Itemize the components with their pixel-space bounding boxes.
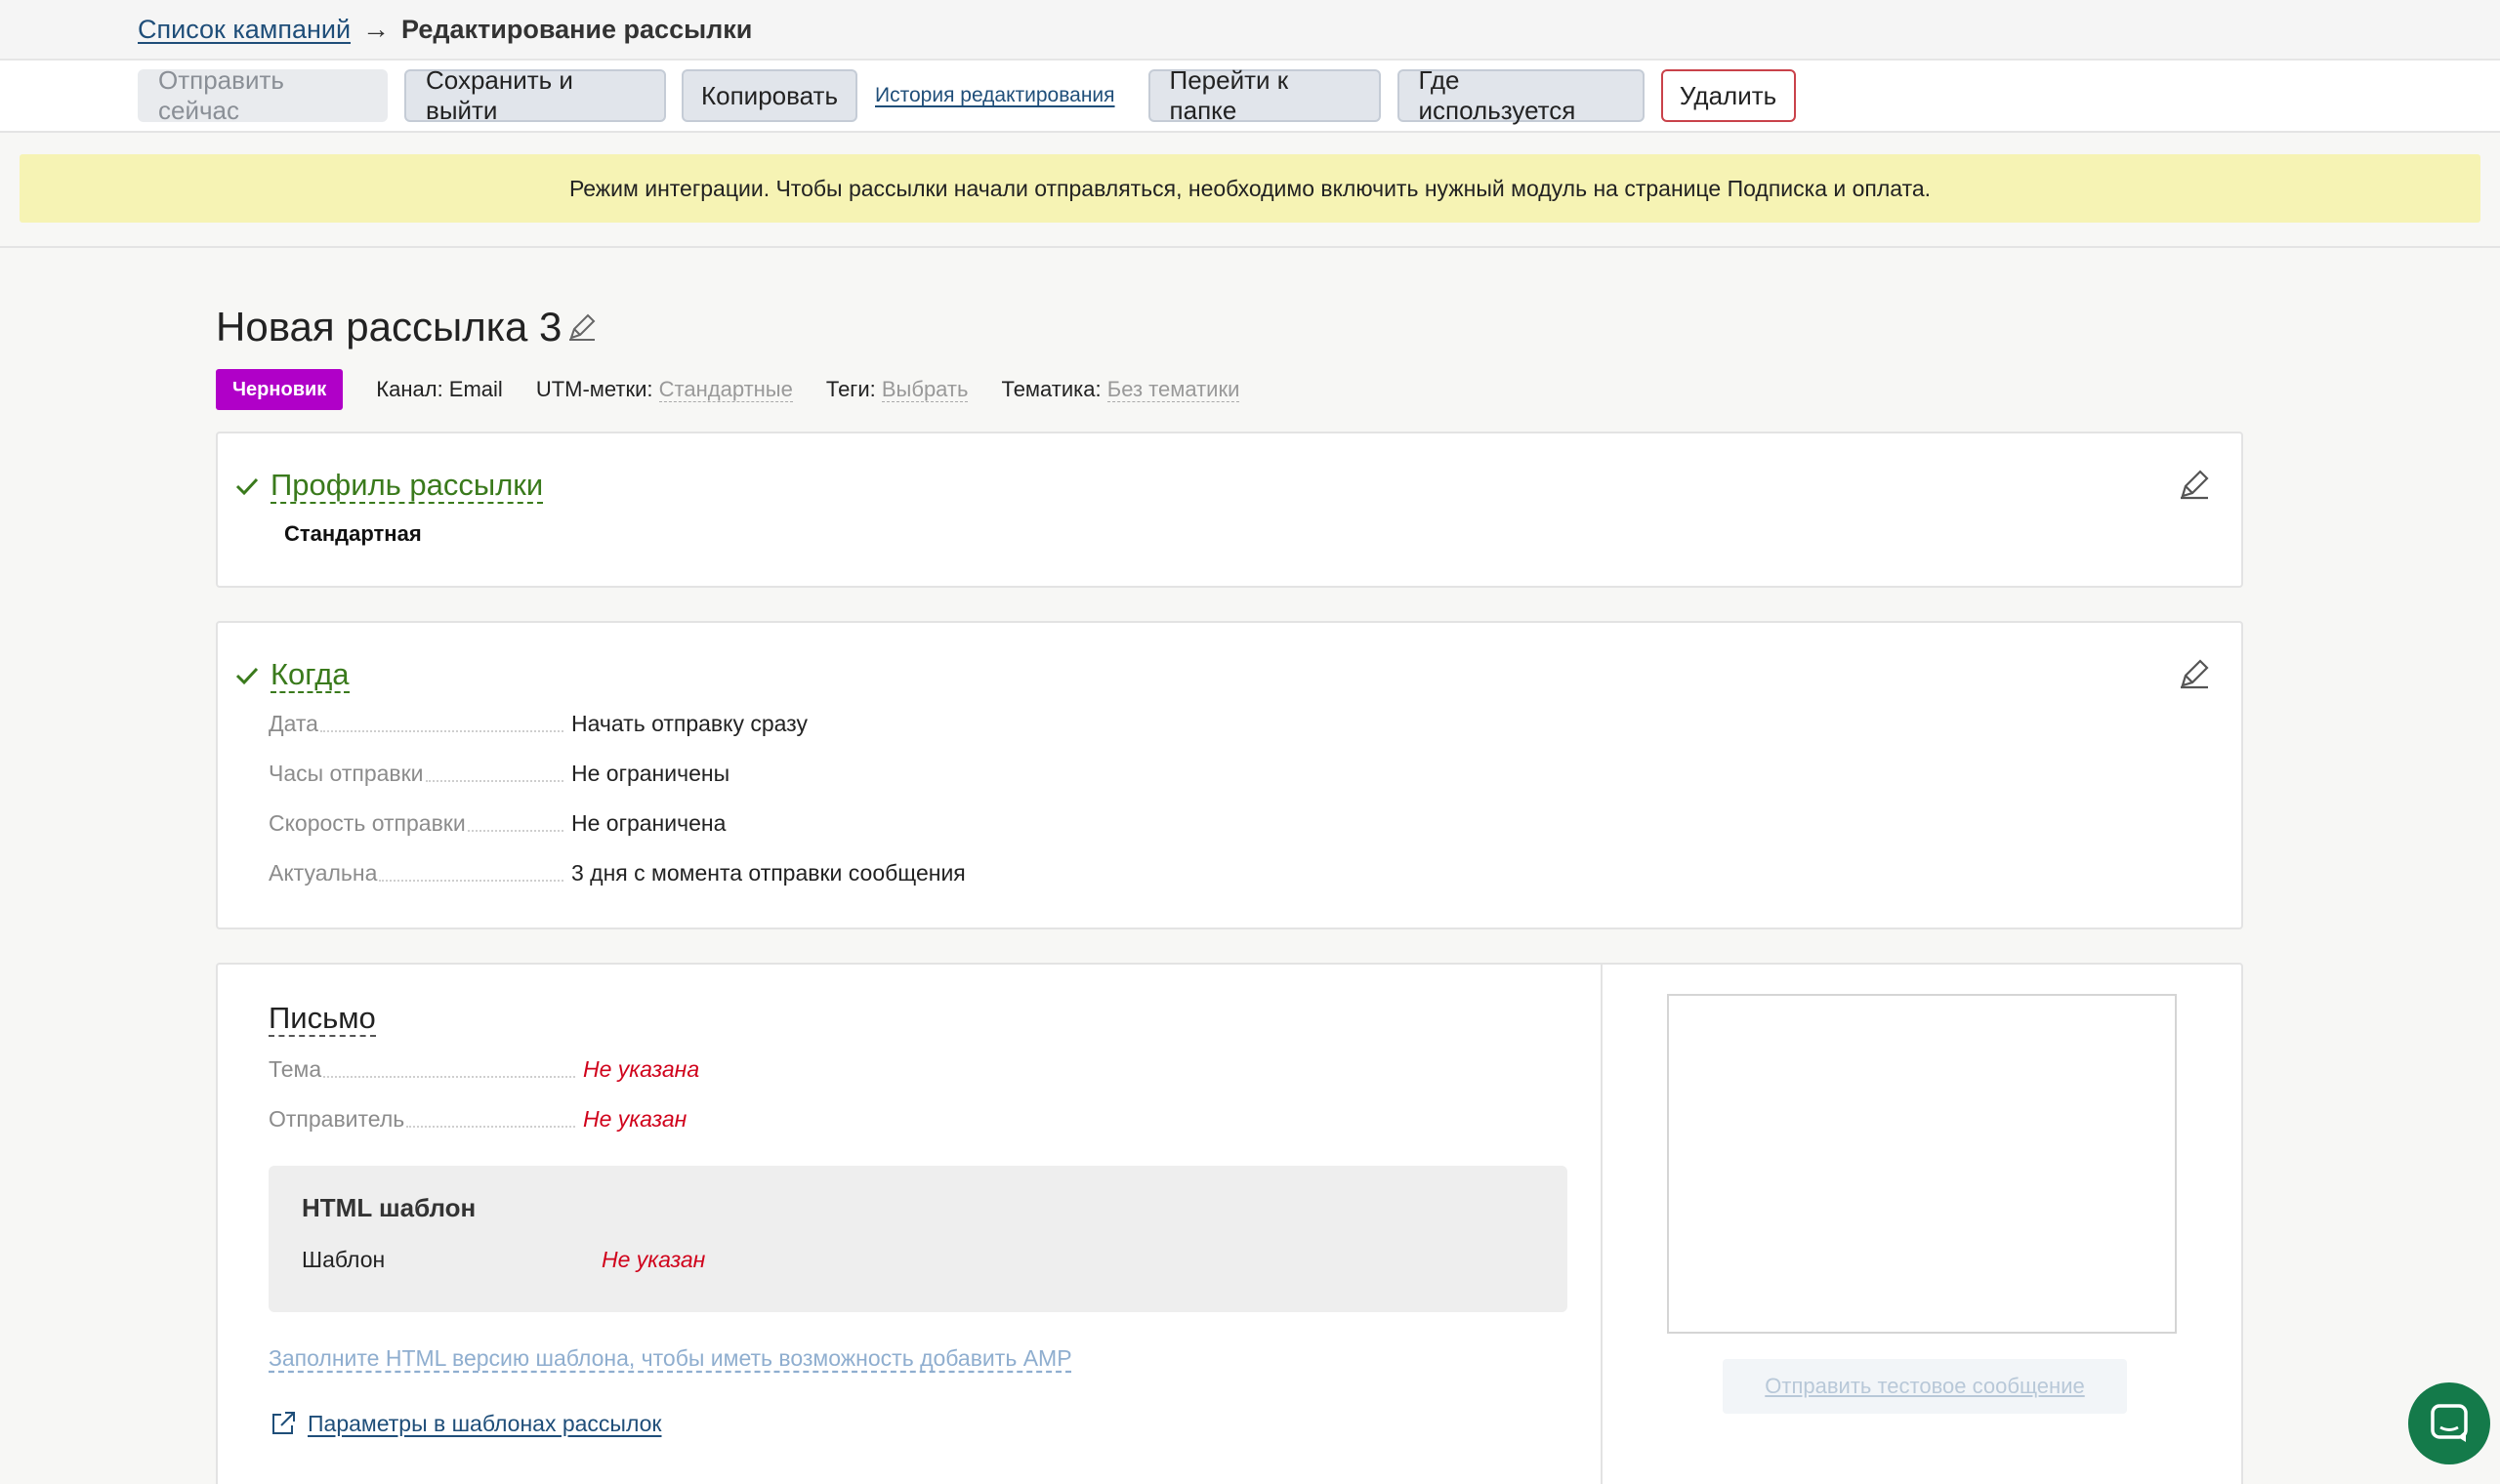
letter-row-key: Отправитель bbox=[269, 1106, 583, 1133]
send-test-button[interactable]: Отправить тестовое сообщение bbox=[1723, 1359, 2127, 1414]
check-icon bbox=[235, 668, 259, 685]
dotted-leader bbox=[319, 730, 563, 733]
template-value: Не указан bbox=[602, 1247, 706, 1273]
when-rows: Дата Начать отправку сразу Часы отправки… bbox=[269, 687, 2241, 886]
when-row-key-text: Актуальна bbox=[269, 860, 378, 886]
check-icon bbox=[235, 478, 259, 496]
pencil-icon[interactable] bbox=[2177, 656, 2212, 691]
title-row: Новая рассылка 3 bbox=[216, 293, 2243, 361]
letter-row: Тема Не указана bbox=[269, 1033, 1567, 1083]
utm-label: UTM-метки: Стандартные bbox=[536, 377, 793, 402]
where-used-button[interactable]: Где используется bbox=[1396, 65, 1645, 125]
when-row: Дата Начать отправку сразу bbox=[269, 687, 2241, 737]
toolbar: Отправить сейчас Сохранить и выйти Копир… bbox=[0, 61, 2500, 133]
notice-wrapper: Режим интеграции. Чтобы рассылки начали … bbox=[0, 133, 2500, 248]
when-row-key-text: Часы отправки bbox=[269, 761, 424, 787]
breadcrumb: Список кампаний → Редактирование рассылк… bbox=[0, 0, 2500, 61]
save-exit-button[interactable]: Сохранить и выйти bbox=[404, 65, 666, 125]
delete-button[interactable]: Удалить bbox=[1660, 69, 1796, 122]
template-label: Шаблон bbox=[302, 1247, 386, 1273]
breadcrumb-current: Редактирование рассылки bbox=[401, 14, 753, 44]
dotted-leader bbox=[425, 780, 563, 783]
go-to-folder-button[interactable]: Перейти к папке bbox=[1147, 65, 1381, 125]
when-row-value: 3 дня с момента отправки сообщения bbox=[571, 860, 966, 886]
template-row: Шаблон Не указан bbox=[302, 1247, 1534, 1273]
template-params-link[interactable]: Параметры в шаблонах рассылок bbox=[308, 1411, 662, 1437]
when-card-title[interactable]: Когда bbox=[271, 657, 350, 694]
pencil-icon[interactable] bbox=[565, 310, 599, 344]
tags-label-text: Теги: bbox=[825, 377, 876, 401]
profile-card-head: Профиль рассылки bbox=[233, 468, 2241, 505]
tags-label: Теги: Выбрать bbox=[826, 377, 969, 402]
chat-icon bbox=[2431, 1404, 2468, 1442]
letter-preview bbox=[1667, 994, 2177, 1334]
topic-value-link[interactable]: Без тематики bbox=[1106, 377, 1240, 402]
arrow-right-icon: → bbox=[362, 14, 391, 44]
edit-history-link[interactable]: История редактирования bbox=[875, 84, 1115, 107]
status-badge: Черновик bbox=[216, 369, 344, 410]
letter-details: Письмо Тема Не указана Отправитель Не ук… bbox=[218, 965, 1603, 1484]
topic-label-text: Тематика: bbox=[1001, 377, 1102, 401]
when-row-key: Скорость отправки bbox=[269, 810, 571, 837]
main-content: Новая рассылка 3 Черновик Канал: Email U… bbox=[216, 293, 2243, 1484]
add-amp-link[interactable]: Заполните HTML версию шаблона, чтобы име… bbox=[269, 1345, 1567, 1372]
when-row-key: Актуальна bbox=[269, 860, 571, 886]
when-row: Часы отправки Не ограничены bbox=[269, 737, 2241, 787]
meta-row: Черновик Канал: Email UTM-метки: Стандар… bbox=[216, 367, 2243, 412]
external-link-icon bbox=[272, 1412, 295, 1435]
when-row-key-text: Скорость отправки bbox=[269, 810, 466, 837]
page-title: Новая рассылка 3 bbox=[216, 304, 562, 350]
dotted-leader bbox=[379, 880, 563, 883]
letter-preview-panel: Отправить тестовое сообщение bbox=[1603, 965, 2241, 1484]
chat-widget-button[interactable] bbox=[2408, 1382, 2490, 1464]
html-template-title: HTML шаблон bbox=[302, 1193, 477, 1223]
dotted-leader bbox=[406, 1126, 575, 1129]
letter-row-value: Не указан bbox=[583, 1106, 688, 1133]
when-row-key: Дата bbox=[269, 711, 571, 737]
html-template-box: HTML шаблон Шаблон Не указан bbox=[269, 1166, 1567, 1313]
letter-row-key-text: Тема bbox=[269, 1056, 322, 1083]
dotted-leader bbox=[467, 830, 563, 833]
copy-button[interactable]: Копировать bbox=[682, 69, 857, 122]
topic-label: Тематика: Без тематики bbox=[1001, 377, 1240, 402]
profile-card-title[interactable]: Профиль рассылки bbox=[271, 468, 544, 505]
when-row-key-text: Дата bbox=[269, 711, 318, 737]
utm-label-text: UTM-метки: bbox=[535, 377, 653, 401]
letter-row: Отправитель Не указан bbox=[269, 1083, 1567, 1133]
integration-notice: Режим интеграции. Чтобы рассылки начали … bbox=[20, 154, 2480, 223]
letter-row-value: Не указана bbox=[583, 1056, 700, 1083]
when-row-value: Начать отправку сразу bbox=[571, 711, 808, 737]
profile-card: Профиль рассылки Стандартная bbox=[216, 432, 2243, 588]
params-link-row: Параметры в шаблонах рассылок bbox=[269, 1409, 1567, 1438]
channel-label: Канал: Email bbox=[376, 377, 503, 401]
letter-card: Письмо Тема Не указана Отправитель Не ук… bbox=[216, 963, 2243, 1484]
letter-row-key: Тема bbox=[269, 1056, 583, 1083]
letter-row-key-text: Отправитель bbox=[269, 1106, 405, 1133]
tags-value-link[interactable]: Выбрать bbox=[881, 377, 969, 402]
pencil-icon[interactable] bbox=[2177, 467, 2212, 502]
letter-rows: Тема Не указана Отправитель Не указан bbox=[269, 1033, 1567, 1133]
when-row: Скорость отправки Не ограничена bbox=[269, 787, 2241, 837]
send-now-button[interactable]: Отправить сейчас bbox=[138, 65, 388, 125]
when-row-key: Часы отправки bbox=[269, 761, 571, 787]
profile-value: Стандартная bbox=[284, 521, 422, 547]
when-row-value: Не ограничена bbox=[571, 810, 727, 837]
dotted-leader bbox=[323, 1076, 575, 1079]
when-row: Актуальна 3 дня с момента отправки сообщ… bbox=[269, 837, 2241, 886]
letter-card-title[interactable]: Письмо bbox=[269, 1001, 376, 1038]
when-card: Когда Дата Начать отправку сразу Часы от… bbox=[216, 621, 2243, 929]
utm-value-link[interactable]: Стандартные bbox=[658, 377, 793, 402]
breadcrumb-campaign-list-link[interactable]: Список кампаний bbox=[138, 15, 351, 45]
when-row-value: Не ограничены bbox=[571, 761, 730, 787]
